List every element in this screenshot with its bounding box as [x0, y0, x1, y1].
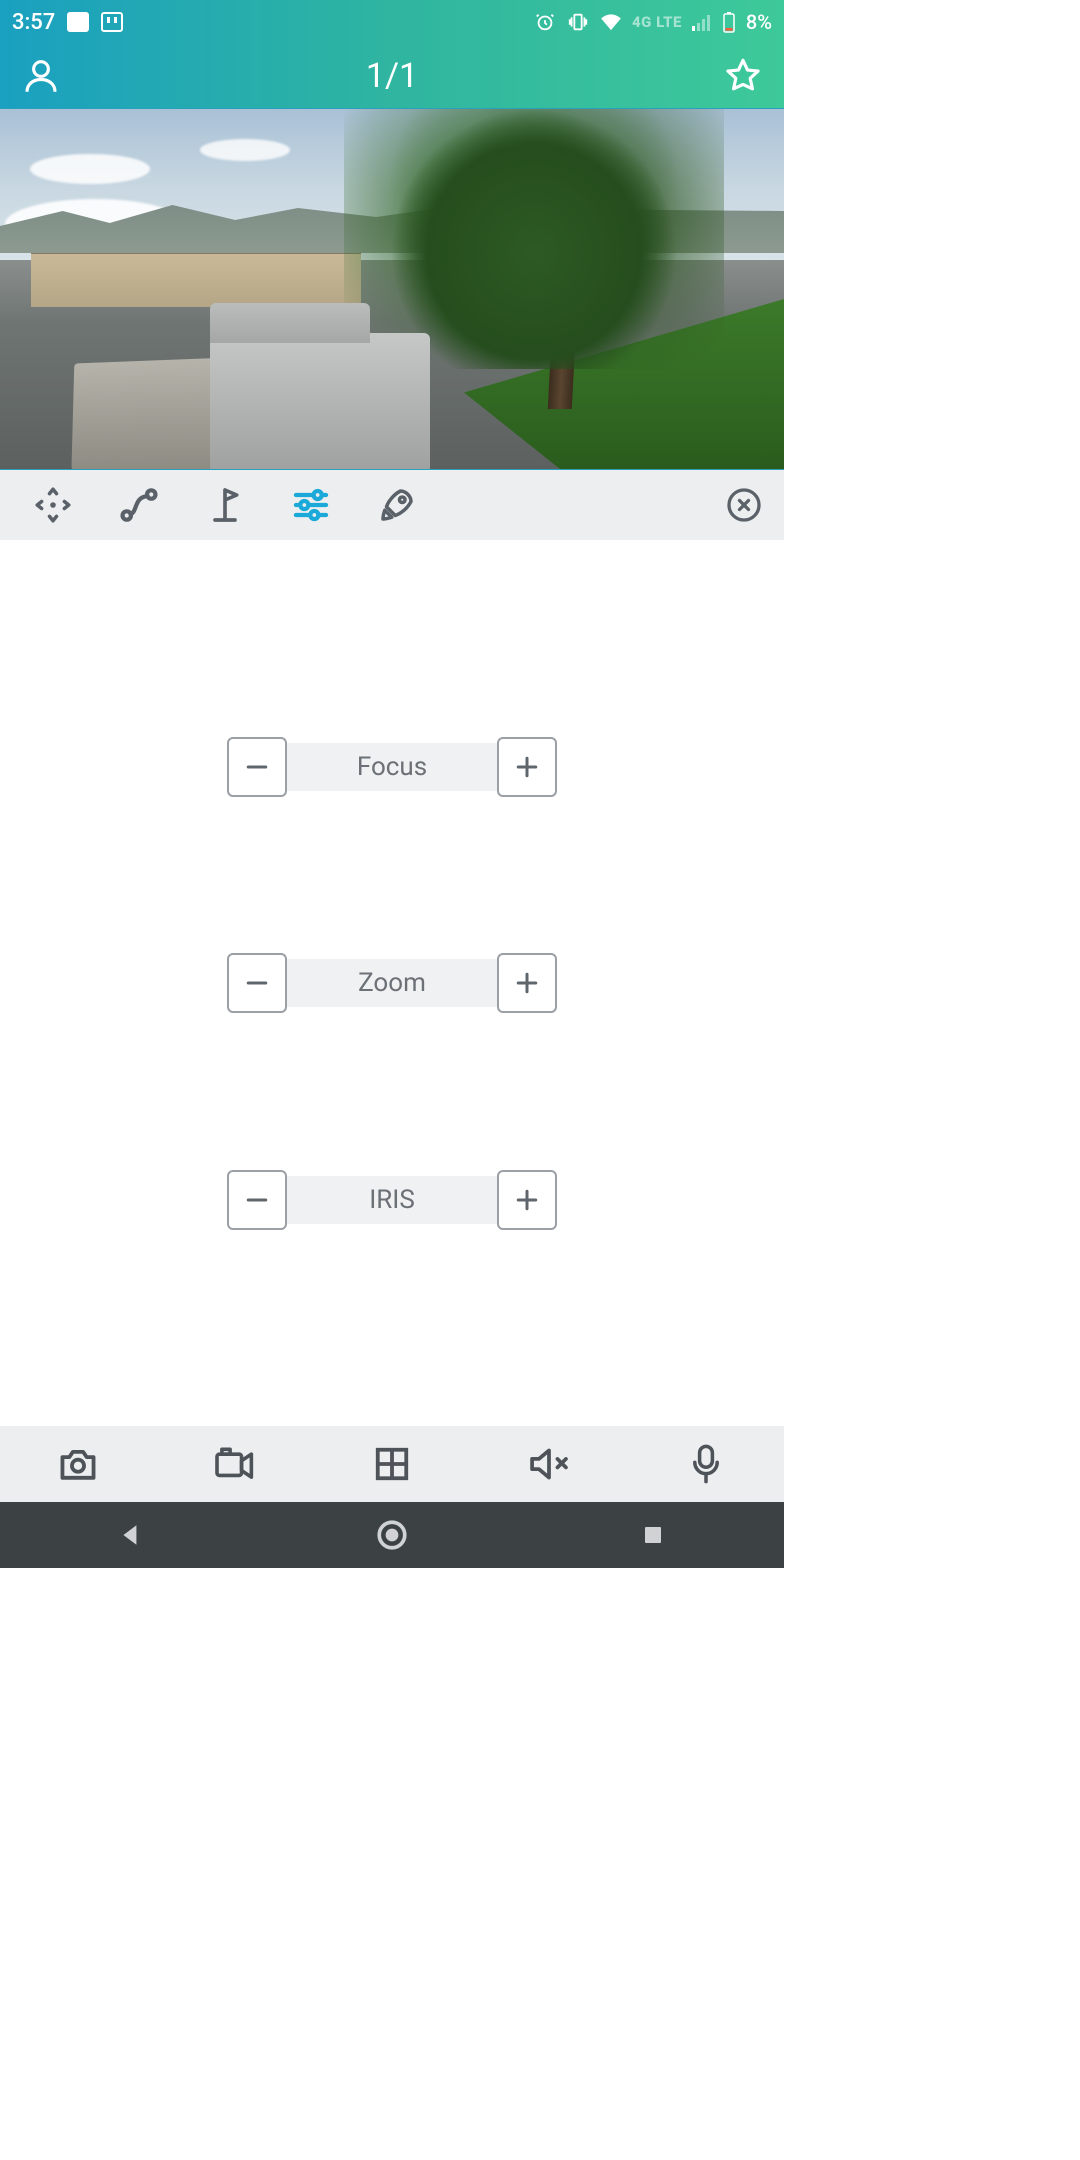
focus-label: Focus	[287, 743, 497, 791]
close-button[interactable]	[714, 487, 774, 523]
grid-button[interactable]	[352, 1434, 432, 1494]
status-time: 3:57	[12, 10, 55, 35]
focus-plus-button[interactable]	[497, 737, 557, 797]
focus-control: Focus	[227, 737, 557, 797]
iris-label: IRIS	[287, 1176, 497, 1224]
focus-minus-button[interactable]	[227, 737, 287, 797]
path-button[interactable]	[96, 470, 182, 540]
signal-icon	[692, 13, 712, 31]
rocket-button[interactable]	[354, 470, 440, 540]
favorite-button[interactable]	[722, 55, 764, 97]
profile-button[interactable]	[20, 55, 62, 97]
iris-plus-button[interactable]	[497, 1170, 557, 1230]
network-label: 4G LTE	[632, 13, 682, 31]
camera-feed[interactable]	[0, 108, 784, 470]
page-title: 1/1	[366, 56, 418, 96]
ptz-move-button[interactable]	[10, 470, 96, 540]
media-toolbar	[0, 1426, 784, 1502]
mute-button[interactable]	[509, 1434, 589, 1494]
gallery-icon	[67, 12, 89, 32]
mic-button[interactable]	[666, 1434, 746, 1494]
android-nav-bar	[0, 1502, 784, 1568]
zoom-minus-button[interactable]	[227, 953, 287, 1013]
zoom-control: Zoom	[227, 953, 557, 1013]
lens-controls: Focus Zoom IRIS	[0, 540, 784, 1426]
vibrate-icon	[566, 11, 590, 33]
nav-home-button[interactable]	[352, 1518, 432, 1552]
iris-control: IRIS	[227, 1170, 557, 1230]
sliders-button[interactable]	[268, 470, 354, 540]
alarm-icon	[534, 11, 556, 33]
status-bar: 3:57 4G LTE 8%	[0, 0, 784, 44]
battery-icon	[722, 11, 736, 33]
nav-back-button[interactable]	[91, 1522, 171, 1548]
record-button[interactable]	[195, 1434, 275, 1494]
iris-minus-button[interactable]	[227, 1170, 287, 1230]
twitch-icon	[101, 12, 123, 32]
battery-pct: 8%	[746, 10, 772, 34]
flag-button[interactable]	[182, 470, 268, 540]
zoom-plus-button[interactable]	[497, 953, 557, 1013]
nav-recent-button[interactable]	[613, 1523, 693, 1547]
wifi-icon	[600, 13, 622, 31]
snapshot-button[interactable]	[38, 1434, 118, 1494]
zoom-label: Zoom	[287, 959, 497, 1007]
ptz-toolbar	[0, 470, 784, 540]
app-bar: 1/1	[0, 44, 784, 108]
